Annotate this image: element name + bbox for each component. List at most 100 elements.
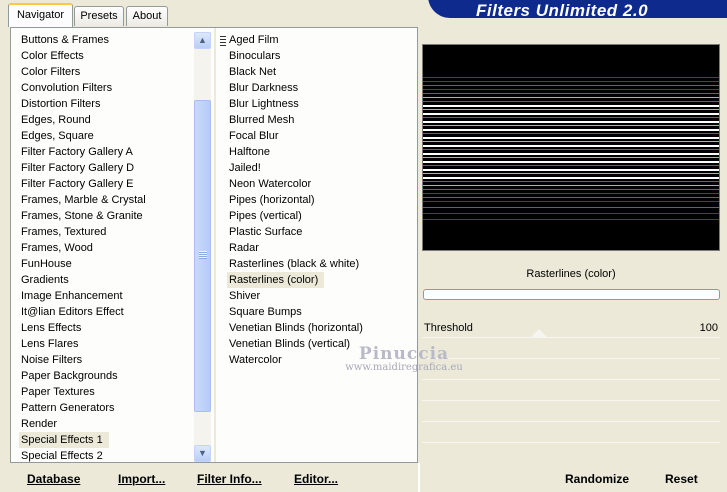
list-item[interactable]: Aged Film: [227, 32, 279, 48]
grip-icon: [199, 251, 207, 259]
list-item[interactable]: Paper Textures: [19, 384, 95, 400]
filter-info-button[interactable]: Filter Info...: [197, 472, 262, 486]
list-item[interactable]: Special Effects 1: [19, 432, 109, 448]
list-item[interactable]: Pipes (vertical): [227, 208, 302, 224]
category-scrollbar[interactable]: ▲ ▼: [194, 32, 211, 462]
raster-line: [423, 161, 719, 163]
list-item[interactable]: Paper Backgrounds: [19, 368, 118, 384]
raster-line: [423, 77, 719, 78]
list-row: Jailed!: [227, 160, 407, 176]
raster-line: [423, 121, 719, 123]
list-item[interactable]: Noise Filters: [19, 352, 82, 368]
raster-line: [423, 185, 719, 186]
list-item[interactable]: Gradients: [19, 272, 69, 288]
list-item[interactable]: Filter Factory Gallery A: [19, 144, 133, 160]
list-row: Buttons & Frames: [19, 32, 199, 48]
list-item[interactable]: Pipes (horizontal): [227, 192, 315, 208]
list-item[interactable]: Render: [19, 416, 57, 432]
list-item[interactable]: Venetian Blinds (horizontal): [227, 320, 363, 336]
tab-presets[interactable]: Presets: [74, 6, 124, 26]
list-item[interactable]: Color Filters: [19, 64, 80, 80]
list-item[interactable]: Watercolor: [227, 352, 282, 368]
editor-button[interactable]: Editor...: [294, 472, 338, 486]
raster-line: [423, 137, 719, 139]
tab-about[interactable]: About: [126, 6, 168, 26]
filter-list[interactable]: Aged Film Binoculars Black Net Blur Darknes…: [227, 32, 407, 368]
list-item[interactable]: Lens Flares: [19, 336, 78, 352]
list-item[interactable]: Neon Watercolor: [227, 176, 311, 192]
chevron-up-icon[interactable]: ▲: [194, 32, 211, 49]
list-item[interactable]: Lens Effects: [19, 320, 81, 336]
list-item[interactable]: It@lian Editors Effect: [19, 304, 124, 320]
list-item[interactable]: Black Net: [227, 64, 276, 80]
raster-line: [423, 85, 719, 86]
list-item[interactable]: Square Bumps: [227, 304, 302, 320]
list-row: Special Effects 2: [19, 448, 199, 464]
list-item[interactable]: Edges, Round: [19, 112, 91, 128]
list-item[interactable]: Filter Factory Gallery E: [19, 176, 133, 192]
list-item[interactable]: Pattern Generators: [19, 400, 115, 416]
list-item[interactable]: Frames, Stone & Granite: [19, 208, 143, 224]
tab-navigator[interactable]: Navigator: [8, 3, 73, 27]
list-item[interactable]: Image Enhancement: [19, 288, 123, 304]
randomize-button[interactable]: Randomize: [565, 472, 629, 486]
list-row: Pattern Generators: [19, 400, 199, 416]
list-item[interactable]: Distortion Filters: [19, 96, 100, 112]
raster-line: [423, 213, 719, 214]
list-row: Convolution Filters: [19, 80, 199, 96]
list-item[interactable]: Frames, Wood: [19, 240, 93, 256]
database-button[interactable]: Database: [27, 472, 80, 486]
list-row: Frames, Textured: [19, 224, 199, 240]
list-row: Gradients: [19, 272, 199, 288]
list-item[interactable]: FunHouse: [19, 256, 72, 272]
param-label: Threshold: [424, 322, 473, 334]
slider-thumb-icon[interactable]: [530, 329, 548, 338]
raster-line: [423, 219, 719, 220]
reset-button[interactable]: Reset: [665, 472, 698, 486]
list-item[interactable]: Halftone: [227, 144, 270, 160]
list-row: Blurred Mesh: [227, 112, 407, 128]
list-item[interactable]: Binoculars: [227, 48, 280, 64]
raster-line: [423, 177, 719, 179]
list-item[interactable]: Shiver: [227, 288, 260, 304]
import-button[interactable]: Import...: [118, 472, 165, 486]
list-item[interactable]: Focal Blur: [227, 128, 279, 144]
list-item[interactable]: Radar: [227, 240, 259, 256]
list-item[interactable]: Jailed!: [227, 160, 261, 176]
list-item[interactable]: Blur Lightness: [227, 96, 299, 112]
progress-bar: [423, 289, 720, 300]
param-row-empty: [422, 423, 720, 443]
list-item[interactable]: Convolution Filters: [19, 80, 112, 96]
chevron-down-icon[interactable]: ▼: [194, 445, 211, 462]
watermark-url: www.maidiregrafica.eu: [345, 362, 463, 373]
list-item[interactable]: Venetian Blinds (vertical): [227, 336, 350, 352]
list-row: Plastic Surface: [227, 224, 407, 240]
list-item[interactable]: Rasterlines (black & white): [227, 256, 359, 272]
raster-line: [423, 149, 719, 150]
list-item[interactable]: Blur Darkness: [227, 80, 298, 96]
raster-line: [423, 81, 719, 82]
list-row: Edges, Round: [19, 112, 199, 128]
param-row-threshold[interactable]: Threshold 100: [422, 318, 720, 338]
list-row: Pipes (horizontal): [227, 192, 407, 208]
raster-line: [423, 181, 719, 182]
list-row: Binoculars: [227, 48, 407, 64]
category-list[interactable]: Buttons & Frames Color Effects Color Filte…: [19, 32, 199, 464]
list-item[interactable]: Blurred Mesh: [227, 112, 294, 128]
list-item[interactable]: Edges, Square: [19, 128, 94, 144]
list-item[interactable]: Color Effects: [19, 48, 84, 64]
list-item[interactable]: Buttons & Frames: [19, 32, 109, 48]
list-row: Lens Effects: [19, 320, 199, 336]
scrollbar-thumb[interactable]: [194, 100, 211, 412]
list-row: Distortion Filters: [19, 96, 199, 112]
list-row: Color Effects: [19, 48, 199, 64]
list-row: Focal Blur: [227, 128, 407, 144]
list-row: Noise Filters: [19, 352, 199, 368]
list-item[interactable]: Plastic Surface: [227, 224, 302, 240]
list-item[interactable]: Rasterlines (color): [227, 272, 325, 288]
list-item[interactable]: Frames, Textured: [19, 224, 106, 240]
list-item[interactable]: Frames, Marble & Crystal: [19, 192, 146, 208]
list-item[interactable]: Filter Factory Gallery D: [19, 160, 134, 176]
watermark-title: Pinuccia: [358, 344, 450, 364]
list-item[interactable]: Special Effects 2: [19, 448, 103, 464]
